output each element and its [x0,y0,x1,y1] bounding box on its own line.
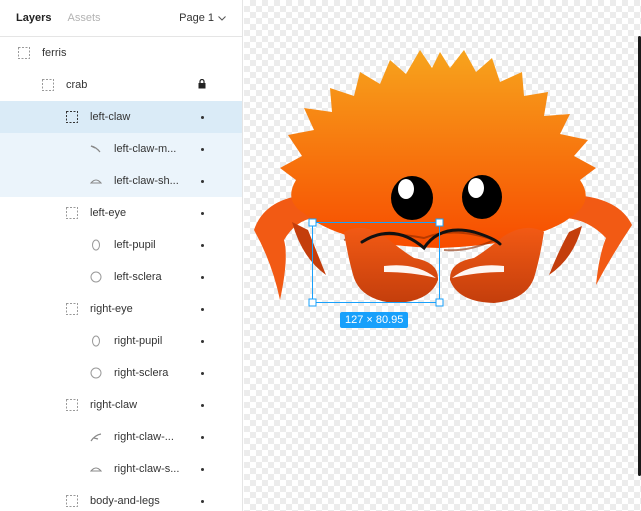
panel-header: Layers Assets Page 1 [0,0,242,37]
layer-label: right-claw [90,399,138,411]
lock-icon[interactable] [198,78,206,92]
frame-icon [66,495,78,507]
layer-row-right-claw-m[interactable]: right-claw-... [0,421,242,453]
layers-panel: Layers Assets Page 1 ferris crab left-cl… [0,0,243,511]
visibility-dot[interactable] [201,212,204,215]
layer-label: right-eye [90,303,133,315]
layer-label: left-sclera [114,271,162,283]
layer-row-right-claw-s[interactable]: right-claw-s... [0,453,242,485]
visibility-dot[interactable] [201,244,204,247]
layer-label: left-claw-sh... [114,175,179,187]
layer-label: left-claw [90,111,131,123]
layer-label: right-pupil [114,335,163,347]
visibility-dot[interactable] [201,340,204,343]
layer-label: left-pupil [114,239,156,251]
visibility-dot[interactable] [201,372,204,375]
page-selector[interactable]: Page 1 [179,12,226,24]
visibility-dot[interactable] [201,436,204,439]
layer-label: left-eye [90,207,127,219]
layer-row-ferris[interactable]: ferris [0,37,242,69]
resize-handle-br[interactable] [435,298,444,307]
layer-row-body-and-legs[interactable]: body-and-legs [0,485,242,511]
layer-row-right-claw[interactable]: right-claw [0,389,242,421]
vector-icon [90,175,102,187]
layer-label: right-claw-... [114,431,174,443]
vector-icon [90,143,102,155]
layer-row-left-claw-m[interactable]: left-claw-m... [0,133,242,165]
layer-label: crab [66,79,88,91]
dimension-badge: 127 × 80.95 [340,312,409,328]
layer-row-left-claw[interactable]: left-claw [0,101,242,133]
layers-list: ferris crab left-claw left-claw-m... lef… [0,37,242,511]
resize-handle-bl[interactable] [308,298,317,307]
vector-icon [90,431,102,443]
ellipse-icon [90,271,102,283]
visibility-dot[interactable] [201,308,204,311]
visibility-dot[interactable] [201,500,204,503]
visibility-dot[interactable] [201,148,204,151]
layer-row-right-sclera[interactable]: right-sclera [0,357,242,389]
frame-icon [66,207,78,219]
layer-row-right-pupil[interactable]: right-pupil [0,325,242,357]
tab-assets[interactable]: Assets [67,12,100,24]
layer-row-left-pupil[interactable]: left-pupil [0,229,242,261]
layer-row-left-claw-sh[interactable]: left-claw-sh... [0,165,242,197]
visibility-dot[interactable] [201,116,204,119]
layer-label: right-sclera [114,367,169,379]
layer-row-right-eye[interactable]: right-eye [0,293,242,325]
right-eye [462,175,502,219]
visibility-dot[interactable] [201,404,204,407]
layer-row-crab[interactable]: crab [0,69,242,101]
frame-icon [66,399,78,411]
layer-row-left-sclera[interactable]: left-sclera [0,261,242,293]
layer-label: body-and-legs [90,495,160,507]
visibility-dot[interactable] [201,468,204,471]
page-selector-label: Page 1 [179,12,214,24]
ellipse-icon [90,367,102,379]
frame-icon [42,79,54,91]
layer-label: ferris [42,47,67,59]
design-canvas[interactable]: 127 × 80.95 [244,0,641,511]
visibility-dot[interactable] [201,180,204,183]
visibility-dot[interactable] [201,276,204,279]
frame-icon [66,111,78,123]
layer-label: right-claw-s... [114,463,180,475]
ferris-crab-illustration[interactable] [244,0,641,511]
resize-handle-tl[interactable] [308,218,317,227]
frame-icon [66,303,78,315]
layer-label: left-claw-m... [114,143,177,155]
layer-row-left-eye[interactable]: left-eye [0,197,242,229]
ellipse-icon [90,239,102,251]
vector-icon [90,463,102,475]
left-eye [391,176,433,220]
tab-layers[interactable]: Layers [16,12,51,24]
resize-handle-tr[interactable] [435,218,444,227]
frame-icon [18,47,30,59]
crab-body [280,50,596,248]
chevron-down-icon [218,15,226,21]
ellipse-icon [90,335,102,347]
